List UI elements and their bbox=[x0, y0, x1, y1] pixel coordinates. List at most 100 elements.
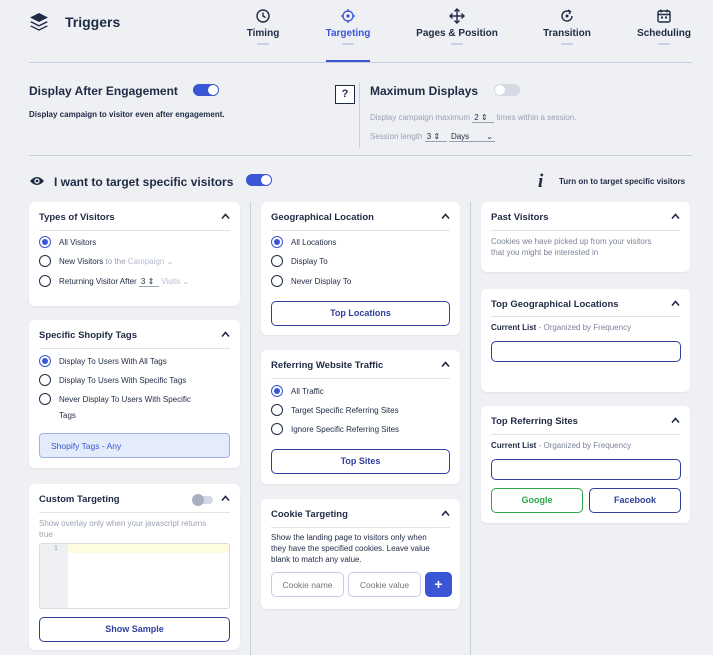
code-editor[interactable]: 1 bbox=[39, 543, 230, 609]
move-arrows-icon bbox=[449, 8, 465, 24]
chevron-up-icon[interactable] bbox=[221, 330, 230, 339]
card-title: Top Referring Sites bbox=[491, 416, 578, 427]
tab-transition-label: Transition bbox=[543, 28, 591, 39]
card-title: Top Geographical Locations bbox=[491, 299, 619, 310]
radio-never-display-tags[interactable] bbox=[39, 393, 51, 405]
current-list-label: Current List - Organized by Frequency bbox=[491, 441, 632, 450]
campaign-select[interactable]: Campaign ⌄ bbox=[128, 257, 173, 266]
past-visitors-desc-2: that you might be interested in bbox=[491, 248, 599, 257]
engagement-toggle[interactable] bbox=[193, 84, 219, 96]
target-hint: Turn on to target specific visitors bbox=[559, 177, 686, 186]
option-label: Display To bbox=[291, 257, 328, 266]
chevron-up-icon[interactable] bbox=[221, 494, 230, 503]
top-geo-list[interactable] bbox=[491, 341, 681, 362]
column-divider bbox=[470, 202, 471, 655]
radio-display-to[interactable] bbox=[271, 255, 283, 267]
radio-returning-visitor[interactable] bbox=[39, 275, 51, 287]
top-locations-button[interactable]: Top Locations bbox=[271, 301, 450, 326]
option-label: All Locations bbox=[291, 238, 337, 247]
card-title: Specific Shopify Tags bbox=[39, 330, 138, 341]
engagement-title: Display After Engagement bbox=[29, 84, 178, 98]
tab-timing-label: Timing bbox=[246, 28, 280, 39]
cookie-value-input[interactable] bbox=[348, 572, 421, 597]
referring-traffic-card: Referring Website Traffic All Traffic Ta… bbox=[261, 350, 460, 484]
chevron-up-icon[interactable] bbox=[221, 212, 230, 221]
chevron-up-icon[interactable] bbox=[441, 212, 450, 221]
option-label: All Traffic bbox=[291, 387, 324, 396]
help-icon[interactable]: ? bbox=[335, 85, 355, 104]
crosshair-icon bbox=[341, 9, 355, 23]
radio-all-locations[interactable] bbox=[271, 236, 283, 248]
radio-specific-tags[interactable] bbox=[39, 374, 51, 386]
tab-pages-position-label: Pages & Position bbox=[416, 28, 498, 39]
tab-targeting-label: Targeting bbox=[325, 28, 371, 39]
line-number: 1 bbox=[54, 545, 58, 552]
column-divider bbox=[250, 202, 251, 655]
clock-icon bbox=[256, 9, 270, 23]
option-label: Ignore Specific Referring Sites bbox=[291, 425, 400, 434]
cookie-name-input[interactable] bbox=[271, 572, 344, 597]
section-divider-2 bbox=[29, 155, 692, 156]
session-length-stepper[interactable]: 3 ⇕ bbox=[424, 132, 447, 142]
visits-stepper[interactable]: 3 ⇕ bbox=[138, 277, 159, 287]
custom-targeting-desc: Show overlay only when your javascript r… bbox=[39, 519, 207, 528]
cookie-desc: Show the landing page to visitors only w… bbox=[271, 533, 427, 542]
cookie-desc-3: blank to match any value. bbox=[271, 555, 362, 564]
target-specific-label: I want to target specific visitors bbox=[54, 175, 234, 189]
session-unit-select[interactable]: Days ⌄ bbox=[448, 132, 495, 142]
max-displays-text: Display campaign maximum 2 ⇕ times withi… bbox=[370, 113, 577, 123]
geo-location-card: Geographical Location All Locations Disp… bbox=[261, 202, 460, 335]
cookie-desc-2: they have the specified cookies. Leave v… bbox=[271, 544, 430, 553]
chevron-up-icon[interactable] bbox=[671, 299, 680, 308]
top-sites-button[interactable]: Top Sites bbox=[271, 449, 450, 474]
tab-timing[interactable]: Timing bbox=[218, 8, 308, 45]
radio-all-tags[interactable] bbox=[39, 355, 51, 367]
card-title: Cookie Targeting bbox=[271, 509, 348, 520]
max-displays-toggle[interactable] bbox=[494, 84, 520, 96]
returning-visitor-row: Returning Visitor After 3 ⇕ Visits ⌄ bbox=[59, 277, 190, 287]
shopify-tags-card: Specific Shopify Tags Display To Users W… bbox=[29, 320, 240, 468]
top-ref-card: Top Referring Sites Current List - Organ… bbox=[481, 406, 690, 523]
radio-ignore-referring[interactable] bbox=[271, 423, 283, 435]
option-label: Display To Users With Specific Tags bbox=[59, 376, 187, 385]
chevron-up-icon[interactable] bbox=[671, 416, 680, 425]
target-specific-toggle[interactable] bbox=[246, 174, 272, 186]
card-title: Custom Targeting bbox=[39, 494, 120, 505]
engagement-description: Display campaign to visitor even after e… bbox=[29, 110, 225, 119]
max-count-stepper[interactable]: 2 ⇕ bbox=[472, 113, 495, 123]
add-cookie-button[interactable]: + bbox=[425, 572, 452, 597]
radio-never-display-to[interactable] bbox=[271, 275, 283, 287]
shopify-tags-select[interactable]: Shopify Tags - Any bbox=[39, 433, 230, 458]
refresh-icon bbox=[561, 9, 573, 22]
facebook-button[interactable]: Facebook bbox=[589, 488, 681, 513]
max-displays-title: Maximum Displays bbox=[370, 84, 479, 98]
cookie-targeting-card: Cookie Targeting Show the landing page t… bbox=[261, 499, 460, 609]
chevron-up-icon[interactable] bbox=[671, 212, 680, 221]
google-button[interactable]: Google bbox=[491, 488, 583, 513]
radio-target-referring[interactable] bbox=[271, 404, 283, 416]
tab-targeting[interactable]: Targeting bbox=[303, 8, 393, 45]
top-ref-list[interactable] bbox=[491, 459, 681, 480]
layers-logo-icon bbox=[30, 13, 48, 31]
radio-all-traffic[interactable] bbox=[271, 385, 283, 397]
option-label: Never Display To bbox=[291, 277, 352, 286]
tab-transition[interactable]: Transition bbox=[522, 8, 612, 45]
card-title: Types of Visitors bbox=[39, 212, 115, 223]
option-label: Display To Users With All Tags bbox=[59, 357, 167, 366]
chevron-up-icon[interactable] bbox=[441, 360, 450, 369]
custom-targeting-toggle[interactable] bbox=[192, 494, 213, 506]
past-visitors-desc: Cookies we have picked up from your visi… bbox=[491, 237, 652, 246]
radio-all-visitors[interactable] bbox=[39, 236, 51, 248]
chevron-up-icon[interactable] bbox=[441, 509, 450, 518]
current-list-label: Current List - Organized by Frequency bbox=[491, 323, 632, 332]
card-title: Referring Website Traffic bbox=[271, 360, 384, 371]
section-divider bbox=[359, 82, 360, 148]
tab-scheduling[interactable]: Scheduling bbox=[619, 8, 709, 45]
visits-select[interactable]: Visits ⌄ bbox=[161, 277, 189, 286]
session-length-row: Session length 3 ⇕ Days ⌄ bbox=[370, 132, 495, 142]
app-title: Triggers bbox=[65, 14, 121, 30]
past-visitors-card: Past Visitors Cookies we have picked up … bbox=[481, 202, 690, 272]
tab-pages-position[interactable]: Pages & Position bbox=[412, 8, 502, 45]
show-sample-button[interactable]: Show Sample bbox=[39, 617, 230, 642]
radio-new-visitors[interactable] bbox=[39, 255, 51, 267]
